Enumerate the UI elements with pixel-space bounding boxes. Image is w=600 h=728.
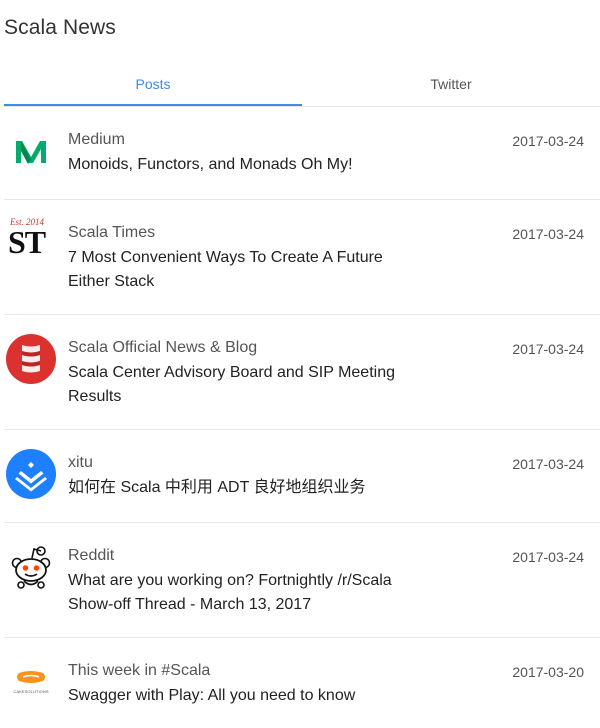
news-item-this-week-in-scala[interactable]: CAKESOLUTIONS This week in #Scala Swagge…: [4, 638, 600, 718]
app-root: Scala News Posts Twitter Medium Monoids,…: [0, 0, 600, 728]
news-item-scala-times[interactable]: Est. 2014 ST Scala Times 7 Most Convenie…: [4, 200, 600, 315]
news-headline[interactable]: Monoids, Functors, and Monads Oh My!: [68, 153, 428, 177]
news-headline[interactable]: 如何在 Scala 中利用 ADT 良好地组织业务: [68, 476, 428, 500]
news-headline[interactable]: Scala Center Advisory Board and SIP Meet…: [68, 361, 428, 409]
news-headline[interactable]: 7 Most Convenient Ways To Create A Futur…: [68, 246, 428, 294]
news-source: Reddit: [68, 547, 115, 564]
news-date: 2017-03-24: [512, 341, 584, 357]
tab-posts[interactable]: Posts: [4, 62, 302, 106]
reddit-logo-icon: [6, 541, 56, 591]
news-item-medium[interactable]: Medium Monoids, Functors, and Monads Oh …: [4, 107, 600, 200]
news-item-scala-official[interactable]: Scala Official News & Blog Scala Center …: [4, 315, 600, 430]
news-source: Scala Times: [68, 224, 156, 241]
news-headline[interactable]: What are you working on? Fortnightly /r/…: [68, 569, 428, 617]
news-date: 2017-03-24: [512, 133, 584, 149]
news-source: Scala Official News & Blog: [68, 339, 258, 356]
scala-times-monogram: ST: [8, 224, 46, 260]
scala-times-logo-icon: Est. 2014 ST: [6, 217, 56, 267]
scala-logo-icon: [6, 334, 56, 384]
news-headline[interactable]: Swagger with Play: All you need to know: [68, 684, 428, 708]
news-item-reddit[interactable]: Reddit What are you working on? Fortnigh…: [4, 523, 600, 638]
news-date: 2017-03-24: [512, 549, 584, 565]
cake-solutions-wordmark: CAKESOLUTIONS: [13, 688, 49, 694]
news-item-xitu[interactable]: xitu 如何在 Scala 中利用 ADT 良好地组织业务 2017-03-2…: [4, 430, 600, 523]
news-source: xitu: [68, 454, 93, 471]
medium-logo-icon: [6, 127, 56, 177]
news-date: 2017-03-24: [512, 456, 584, 472]
news-list: Medium Monoids, Functors, and Monads Oh …: [4, 107, 600, 718]
news-date: 2017-03-24: [512, 226, 584, 242]
cake-solutions-logo-icon: CAKESOLUTIONS: [6, 656, 56, 706]
xitu-logo-icon: [6, 449, 56, 499]
tab-bar: Posts Twitter: [4, 62, 600, 107]
news-source: Medium: [68, 131, 125, 148]
news-source: This week in #Scala: [68, 662, 211, 679]
tab-twitter[interactable]: Twitter: [302, 62, 600, 105]
page-title: Scala News: [4, 16, 116, 39]
news-date: 2017-03-20: [512, 664, 584, 680]
